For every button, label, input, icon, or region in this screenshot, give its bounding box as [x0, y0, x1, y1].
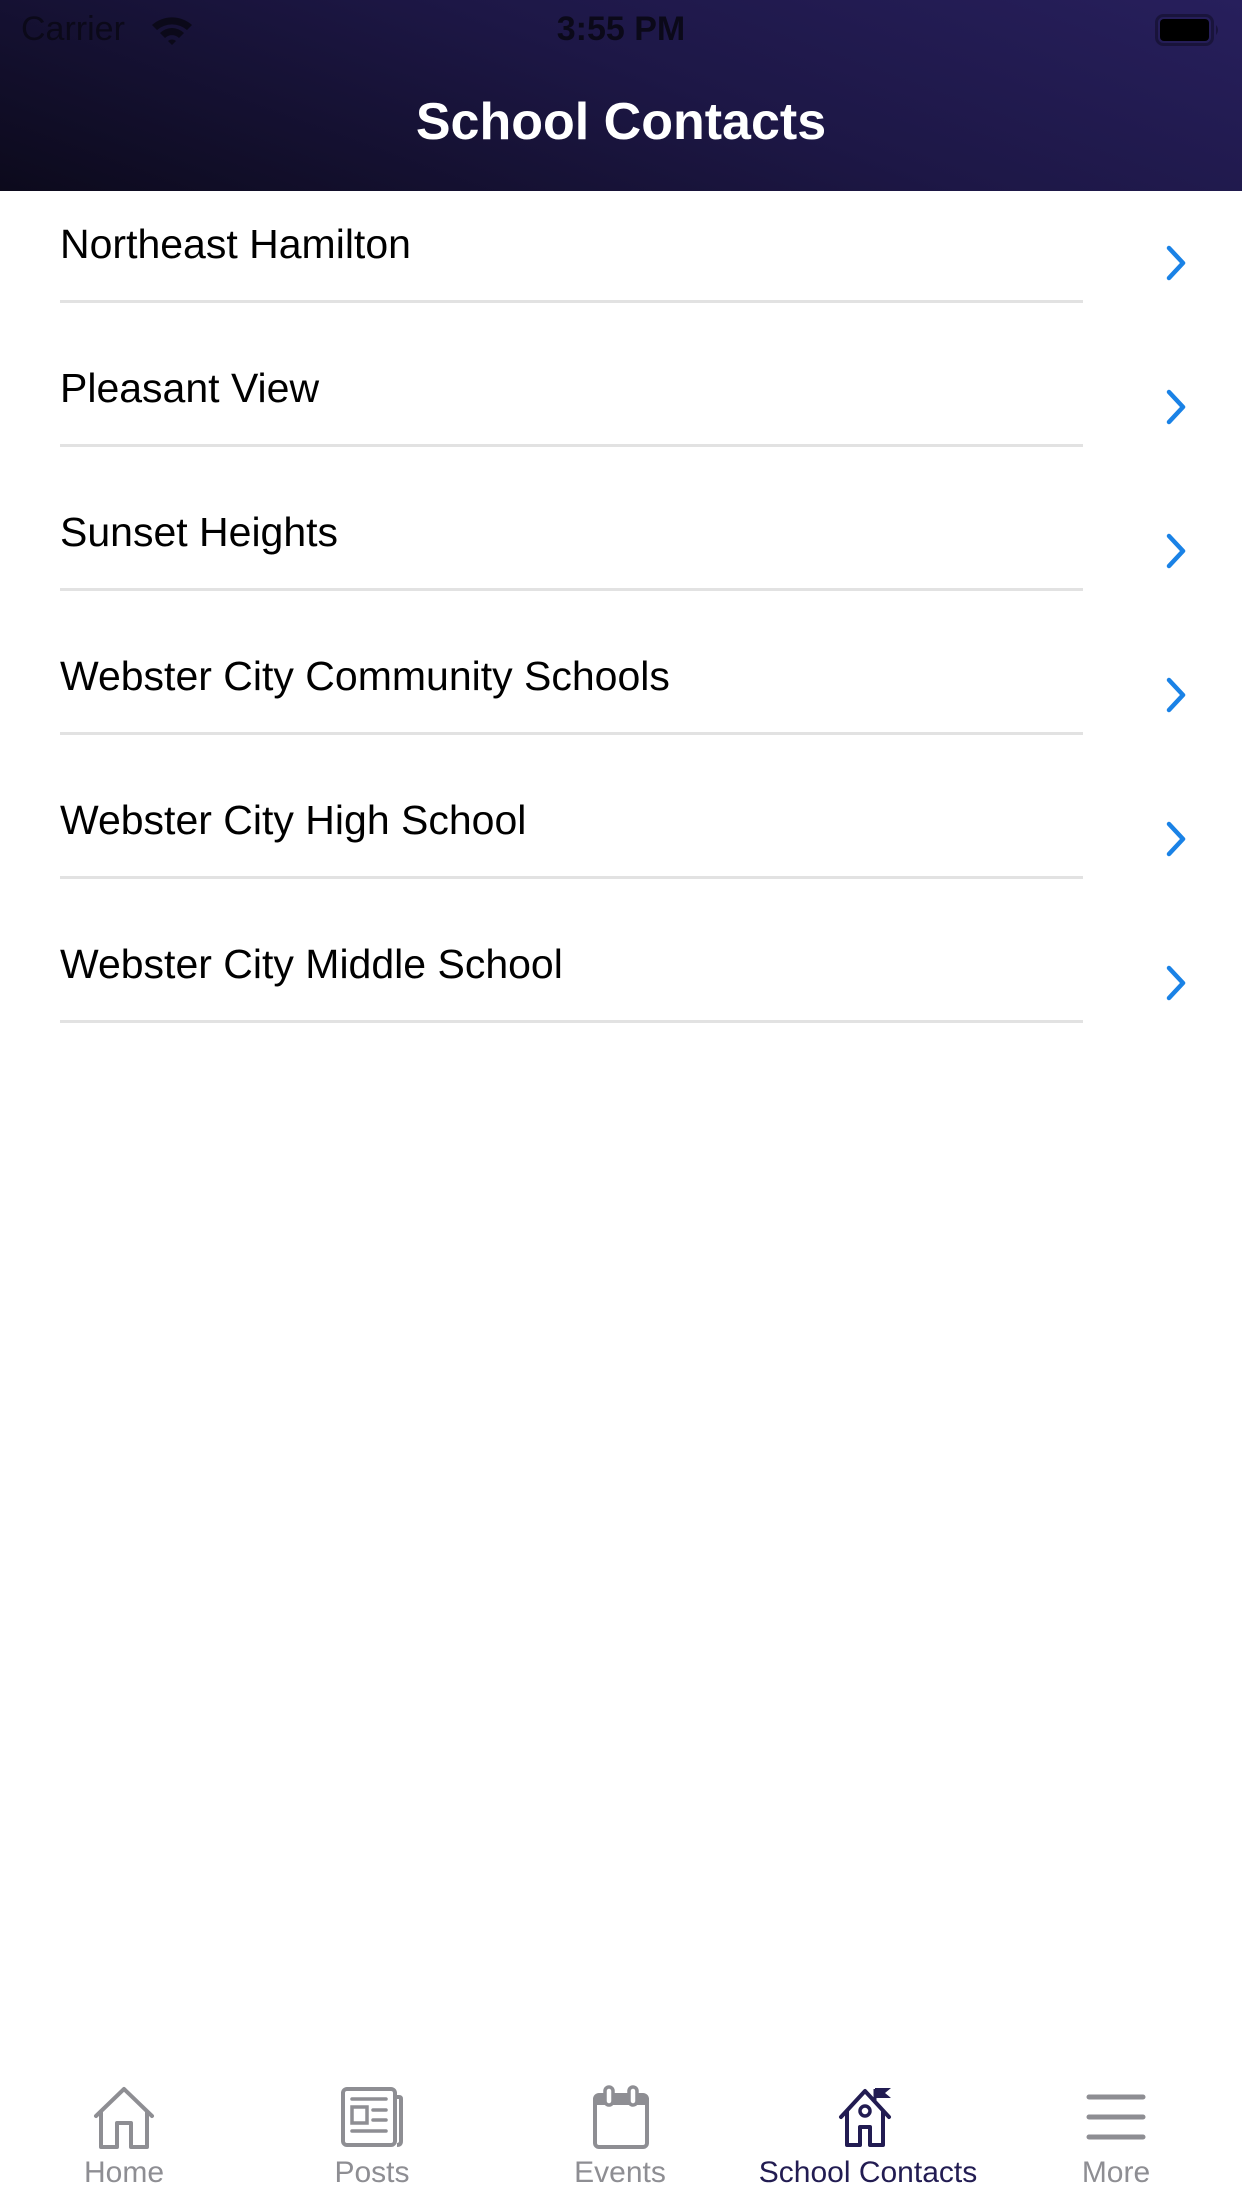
battery-icon: [1155, 14, 1218, 46]
tab-more[interactable]: More: [992, 2070, 1240, 2208]
list-item[interactable]: Sunset Heights: [0, 447, 1242, 591]
chevron-right-icon: [1166, 533, 1186, 569]
school-list: Northeast Hamilton Pleasant View Sunset …: [0, 191, 1242, 1023]
tab-home[interactable]: Home: [0, 2070, 248, 2208]
list-item[interactable]: Webster City High School: [0, 735, 1242, 879]
list-item[interactable]: Webster City Middle School: [0, 879, 1242, 1023]
tab-bar: Home Posts Events School Contacts More: [0, 2070, 1242, 2208]
list-item[interactable]: Pleasant View: [0, 303, 1242, 447]
school-name: Webster City High School: [60, 797, 527, 843]
chevron-right-icon: [1166, 245, 1186, 281]
tab-posts[interactable]: Posts: [248, 2070, 496, 2208]
status-bar: Carrier 3:55 PM: [0, 0, 1242, 60]
school-name: Pleasant View: [60, 365, 320, 411]
tab-events[interactable]: Events: [496, 2070, 744, 2208]
list-item[interactable]: Northeast Hamilton: [0, 191, 1242, 303]
clock: 3:55 PM: [556, 10, 686, 48]
newspaper-icon: [341, 2087, 403, 2147]
chevron-right-icon: [1166, 677, 1186, 713]
tab-label: Events: [574, 2156, 666, 2189]
school-name: Sunset Heights: [60, 509, 339, 555]
nav-header: Carrier 3:55 PM School Contacts: [0, 0, 1242, 191]
calendar-icon: [593, 2085, 649, 2149]
school-name: Webster City Middle School: [60, 941, 563, 987]
page-title: School Contacts: [415, 93, 827, 151]
chevron-right-icon: [1166, 389, 1186, 425]
tab-label: Home: [83, 2156, 165, 2189]
chevron-right-icon: [1166, 821, 1186, 857]
tab-school-contacts[interactable]: School Contacts: [744, 2070, 992, 2208]
school-icon: [839, 2088, 891, 2147]
school-name: Northeast Hamilton: [60, 221, 411, 267]
chevron-right-icon: [1166, 965, 1186, 1001]
list-item[interactable]: Webster City Community Schools: [0, 591, 1242, 735]
row-separator: [60, 1020, 1083, 1023]
school-name: Webster City Community Schools: [60, 653, 670, 699]
tab-label: School Contacts: [758, 2156, 978, 2189]
tab-label: More: [1081, 2156, 1151, 2189]
home-icon: [94, 2087, 154, 2149]
menu-icon: [1086, 2094, 1146, 2140]
tab-label: Posts: [334, 2156, 410, 2189]
